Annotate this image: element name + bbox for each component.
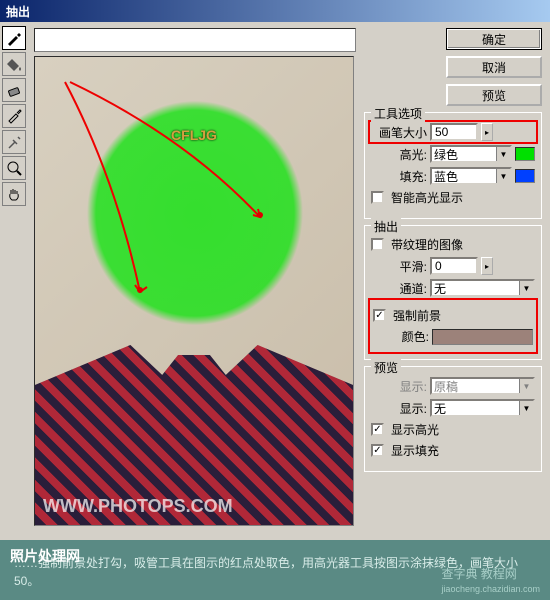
channel-select[interactable]: 无▼ bbox=[430, 279, 535, 297]
options-panel: 确定 取消 预览 工具选项 画笔大小 ▸ 高光: 绿色▼ 填充: 蓝色▼ 智能 bbox=[360, 22, 550, 540]
force-fg-box: 强制前景 颜色: bbox=[371, 301, 535, 351]
preview-group: 预览 显示: 原稿▼ 显示: 无▼ 显示高光 显示填充 bbox=[364, 366, 542, 472]
tutorial-footer: 照片处理网 ……强制前景处打勾，吸管工具在图示的红点处取色，用高光器工具按图示涂… bbox=[0, 540, 550, 600]
brush-size-spinner[interactable]: ▸ bbox=[481, 123, 493, 141]
brush-size-label: 画笔大小 bbox=[371, 124, 427, 141]
site-watermark: WWW.PHOTOPS.COM bbox=[43, 496, 233, 517]
chevron-down-icon: ▼ bbox=[496, 169, 510, 183]
textured-row: 带纹理的图像 bbox=[371, 236, 535, 253]
channel-label: 通道: bbox=[371, 280, 427, 297]
red-sample-dot-2 bbox=[257, 212, 263, 218]
fg-color-swatch[interactable] bbox=[432, 329, 533, 345]
eyedropper-tool[interactable] bbox=[2, 104, 26, 128]
chevron-down-icon: ▼ bbox=[519, 401, 533, 415]
show-highlight-checkbox[interactable] bbox=[371, 423, 384, 436]
cancel-button[interactable]: 取消 bbox=[446, 56, 542, 78]
brush-size-row: 画笔大小 ▸ bbox=[371, 123, 535, 141]
force-fg-row: 强制前景 bbox=[373, 307, 533, 324]
show-disabled-label: 显示: bbox=[371, 378, 427, 395]
annotation-arrow-2 bbox=[65, 77, 285, 237]
preview-legend: 预览 bbox=[371, 359, 401, 376]
footer-brand: 照片处理网 bbox=[10, 546, 80, 567]
textured-checkbox[interactable] bbox=[371, 238, 384, 251]
channel-row: 通道: 无▼ bbox=[371, 279, 535, 297]
zoom-tool[interactable] bbox=[2, 156, 26, 180]
title-bar: 抽出 bbox=[0, 0, 550, 22]
smooth-spinner[interactable]: ▸ bbox=[481, 257, 493, 275]
show-highlight-row: 显示高光 bbox=[371, 421, 535, 438]
red-sample-dot-1 bbox=[137, 287, 143, 293]
fill-select[interactable]: 蓝色▼ bbox=[430, 167, 512, 185]
highlight-swatch[interactable] bbox=[515, 147, 535, 161]
smooth-row: 平滑: ▸ bbox=[371, 257, 535, 275]
preview-area: CFLJG WWW.PHOTOPS.COM bbox=[30, 22, 360, 540]
show-select[interactable]: 无▼ bbox=[430, 399, 535, 417]
chevron-down-icon: ▼ bbox=[496, 147, 510, 161]
footer-tag: 查字典 教程网 jiaocheng.chazidian.com bbox=[441, 565, 540, 597]
force-fg-label: 强制前景 bbox=[393, 307, 441, 324]
smart-highlight-row: 智能高光显示 bbox=[371, 189, 535, 206]
toolbar bbox=[0, 22, 30, 540]
show-label: 显示: bbox=[371, 400, 427, 417]
ok-button[interactable]: 确定 bbox=[446, 28, 542, 50]
chevron-down-icon: ▼ bbox=[519, 379, 533, 393]
chevron-down-icon: ▼ bbox=[519, 281, 533, 295]
show-fill-checkbox[interactable] bbox=[371, 444, 384, 457]
tool-options-group: 工具选项 画笔大小 ▸ 高光: 绿色▼ 填充: 蓝色▼ 智能高光显示 bbox=[364, 112, 542, 219]
hand-tool[interactable] bbox=[2, 182, 26, 206]
show-original-row: 显示: 原稿▼ bbox=[371, 377, 535, 395]
fill-swatch[interactable] bbox=[515, 169, 535, 183]
show-fill-label: 显示填充 bbox=[391, 442, 439, 459]
fill-label: 填充: bbox=[371, 168, 427, 185]
brush-preview bbox=[34, 28, 356, 52]
show-highlight-label: 显示高光 bbox=[391, 421, 439, 438]
brush-size-input[interactable] bbox=[430, 123, 478, 141]
smart-highlight-label: 智能高光显示 bbox=[391, 189, 463, 206]
eraser-tool[interactable] bbox=[2, 78, 26, 102]
highlight-color-row: 高光: 绿色▼ bbox=[371, 145, 535, 163]
cleanup-tool[interactable] bbox=[2, 130, 26, 154]
window-title: 抽出 bbox=[6, 3, 30, 20]
main-area: CFLJG WWW.PHOTOPS.COM 确定 取消 预览 工具选项 画笔大小… bbox=[0, 22, 550, 540]
highlight-select[interactable]: 绿色▼ bbox=[430, 145, 512, 163]
fill-tool[interactable] bbox=[2, 52, 26, 76]
preview-button[interactable]: 预览 bbox=[446, 84, 542, 106]
preview-canvas[interactable]: CFLJG WWW.PHOTOPS.COM bbox=[34, 56, 354, 526]
highlight-label: 高光: bbox=[371, 146, 427, 163]
fg-color-label: 颜色: bbox=[373, 328, 429, 345]
tool-options-legend: 工具选项 bbox=[371, 105, 425, 122]
fg-color-row: 颜色: bbox=[373, 328, 533, 345]
extraction-group: 抽出 带纹理的图像 平滑: ▸ 通道: 无▼ 强制前景 颜色: bbox=[364, 225, 542, 360]
show-fill-row: 显示填充 bbox=[371, 442, 535, 459]
smart-highlight-checkbox[interactable] bbox=[371, 191, 384, 204]
show-original-select: 原稿▼ bbox=[430, 377, 535, 395]
textured-label: 带纹理的图像 bbox=[391, 236, 463, 253]
fill-color-row: 填充: 蓝色▼ bbox=[371, 167, 535, 185]
force-foreground-checkbox[interactable] bbox=[373, 309, 386, 322]
smooth-label: 平滑: bbox=[371, 258, 427, 275]
extraction-legend: 抽出 bbox=[371, 218, 401, 235]
highlighter-tool[interactable] bbox=[2, 26, 26, 50]
show-row: 显示: 无▼ bbox=[371, 399, 535, 417]
smooth-input[interactable] bbox=[430, 257, 478, 275]
